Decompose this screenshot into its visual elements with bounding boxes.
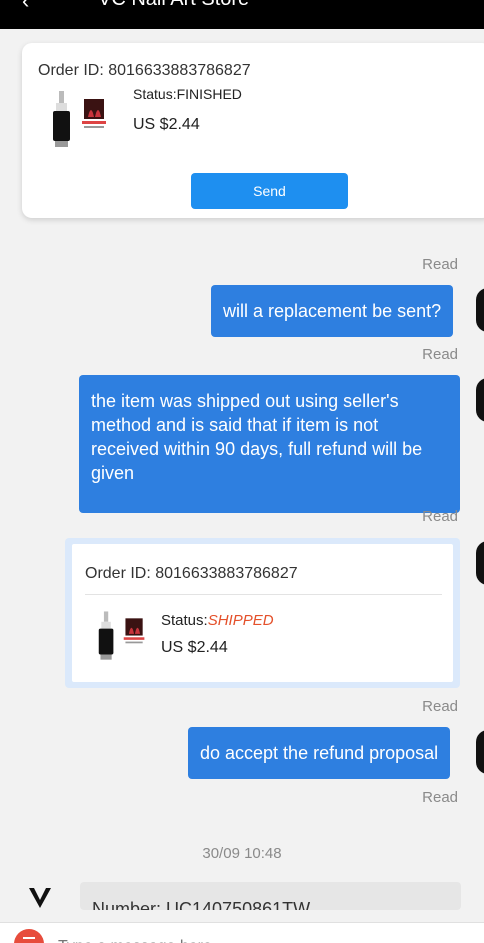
order-card-message[interactable]: Order ID: 8016633883786827 Status:SHIPPE… bbox=[65, 538, 460, 688]
order-status: Status:SHIPPED bbox=[161, 612, 274, 629]
read-receipt: Read bbox=[422, 508, 458, 525]
message-input-bar bbox=[0, 922, 484, 943]
product-thumbnail bbox=[91, 608, 153, 670]
order-status: Status:FINISHED bbox=[133, 86, 242, 102]
message-bubble[interactable]: do accept the refund proposal bbox=[188, 727, 451, 779]
add-icon[interactable] bbox=[14, 929, 44, 943]
message-bubble[interactable]: will a replacement be sent? bbox=[211, 285, 454, 337]
read-receipt: Read bbox=[422, 256, 458, 273]
order-card-inner: Order ID: 8016633883786827 Status:SHIPPE… bbox=[72, 544, 453, 682]
read-receipt: Read bbox=[422, 789, 458, 806]
message-input[interactable] bbox=[56, 931, 440, 943]
user-avatar bbox=[476, 288, 484, 332]
back-arrow-icon[interactable]: ‹ bbox=[22, 0, 29, 14]
message-bubble[interactable]: the item was shipped out using seller's … bbox=[79, 375, 460, 513]
user-avatar bbox=[476, 730, 484, 774]
status-value: SHIPPED bbox=[207, 612, 274, 629]
divider bbox=[85, 594, 442, 595]
store-title: VC Nail Art Store bbox=[98, 0, 249, 11]
order-id: Order ID: 8016633883786827 bbox=[38, 62, 251, 79]
read-receipt: Read bbox=[422, 698, 458, 715]
send-button[interactable]: Send bbox=[191, 173, 348, 209]
store-logo-icon bbox=[29, 888, 51, 908]
read-receipt: Read bbox=[422, 346, 458, 363]
seller-message-bubble[interactable]: Number: UC140750861TW bbox=[80, 882, 461, 910]
order-id: Order ID: 8016633883786827 bbox=[85, 565, 298, 582]
order-card: Order ID: 8016633883786827 Status:FINISH… bbox=[22, 43, 484, 218]
tracking-number-text: Number: UC140750861TW bbox=[92, 899, 311, 910]
order-price: US $2.44 bbox=[161, 639, 228, 656]
user-avatar bbox=[476, 541, 484, 585]
message-timestamp: 30/09 10:48 bbox=[202, 845, 282, 862]
order-price: US $2.44 bbox=[133, 116, 200, 133]
product-thumbnail bbox=[44, 87, 116, 159]
user-avatar bbox=[476, 378, 484, 422]
header-bar: ‹ VC Nail Art Store bbox=[0, 0, 484, 29]
status-label: Status: bbox=[161, 612, 208, 629]
